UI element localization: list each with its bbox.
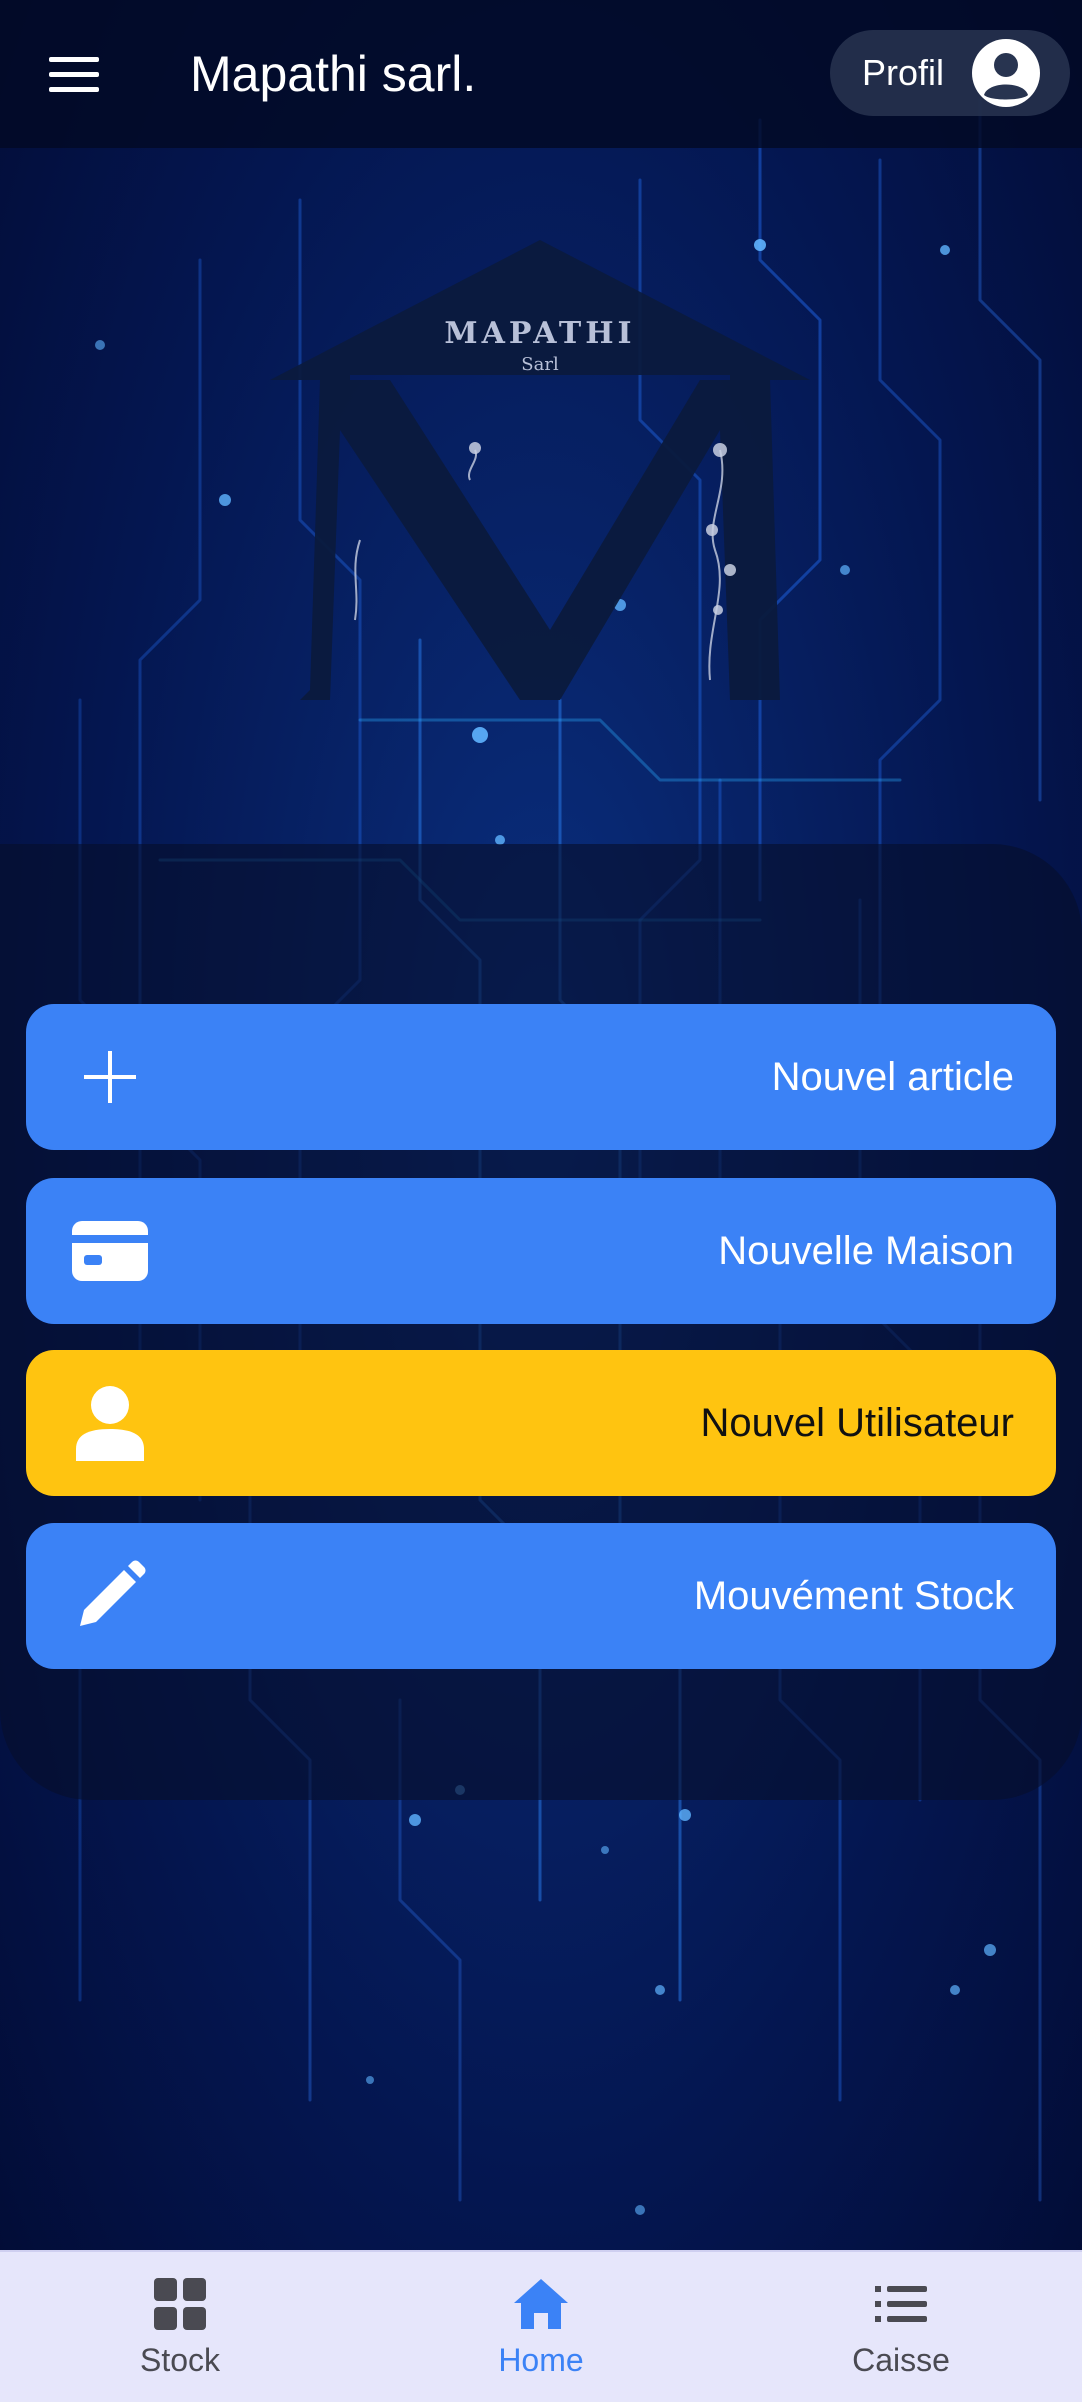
hamburger-menu-icon [49,57,99,92]
logo-sub-text: Sarl [521,354,559,375]
person-icon [70,1383,150,1463]
menu-button[interactable] [44,48,104,102]
nav-label-stock: Stock [139,2342,221,2378]
new-article-label: Nouvel article [771,1055,1014,1099]
new-user-button[interactable]: Nouvel Utilisateur [26,1350,1056,1496]
nav-item-home[interactable]: Home [391,2252,691,2402]
list-icon [871,2276,931,2332]
app-bar: Mapathi sarl. Profil [0,0,1082,148]
company-logo: MAPATHI Sarl [260,230,820,710]
profile-button[interactable]: Profil [830,30,1070,116]
logo-brand-text: MAPATHI [444,316,636,351]
new-user-label: Nouvel Utilisateur [700,1401,1014,1445]
grid-icon [150,2276,210,2332]
app-title: Mapathi sarl. [190,46,477,102]
nav-label-caisse: Caisse [852,2342,950,2378]
user-avatar-icon [972,39,1040,107]
card-icon [70,1211,150,1291]
stock-movement-label: Mouvément Stock [693,1574,1014,1618]
stock-movement-button[interactable]: Mouvément Stock [26,1523,1056,1669]
nav-item-stock[interactable]: Stock [30,2252,330,2402]
new-article-button[interactable]: Nouvel article [26,1004,1056,1150]
profile-label: Profil [862,52,945,93]
new-house-button[interactable]: Nouvelle Maison [26,1178,1056,1324]
nav-item-caisse[interactable]: Caisse [751,2252,1051,2402]
plus-icon [70,1037,150,1117]
nav-label-home: Home [498,2342,584,2378]
bottom-navigation: Stock Home Caisse [0,2250,1082,2402]
home-icon [511,2276,571,2332]
new-house-label: Nouvelle Maison [718,1229,1014,1273]
pencil-icon [70,1556,150,1636]
house-m-logo-graphic [270,240,810,700]
